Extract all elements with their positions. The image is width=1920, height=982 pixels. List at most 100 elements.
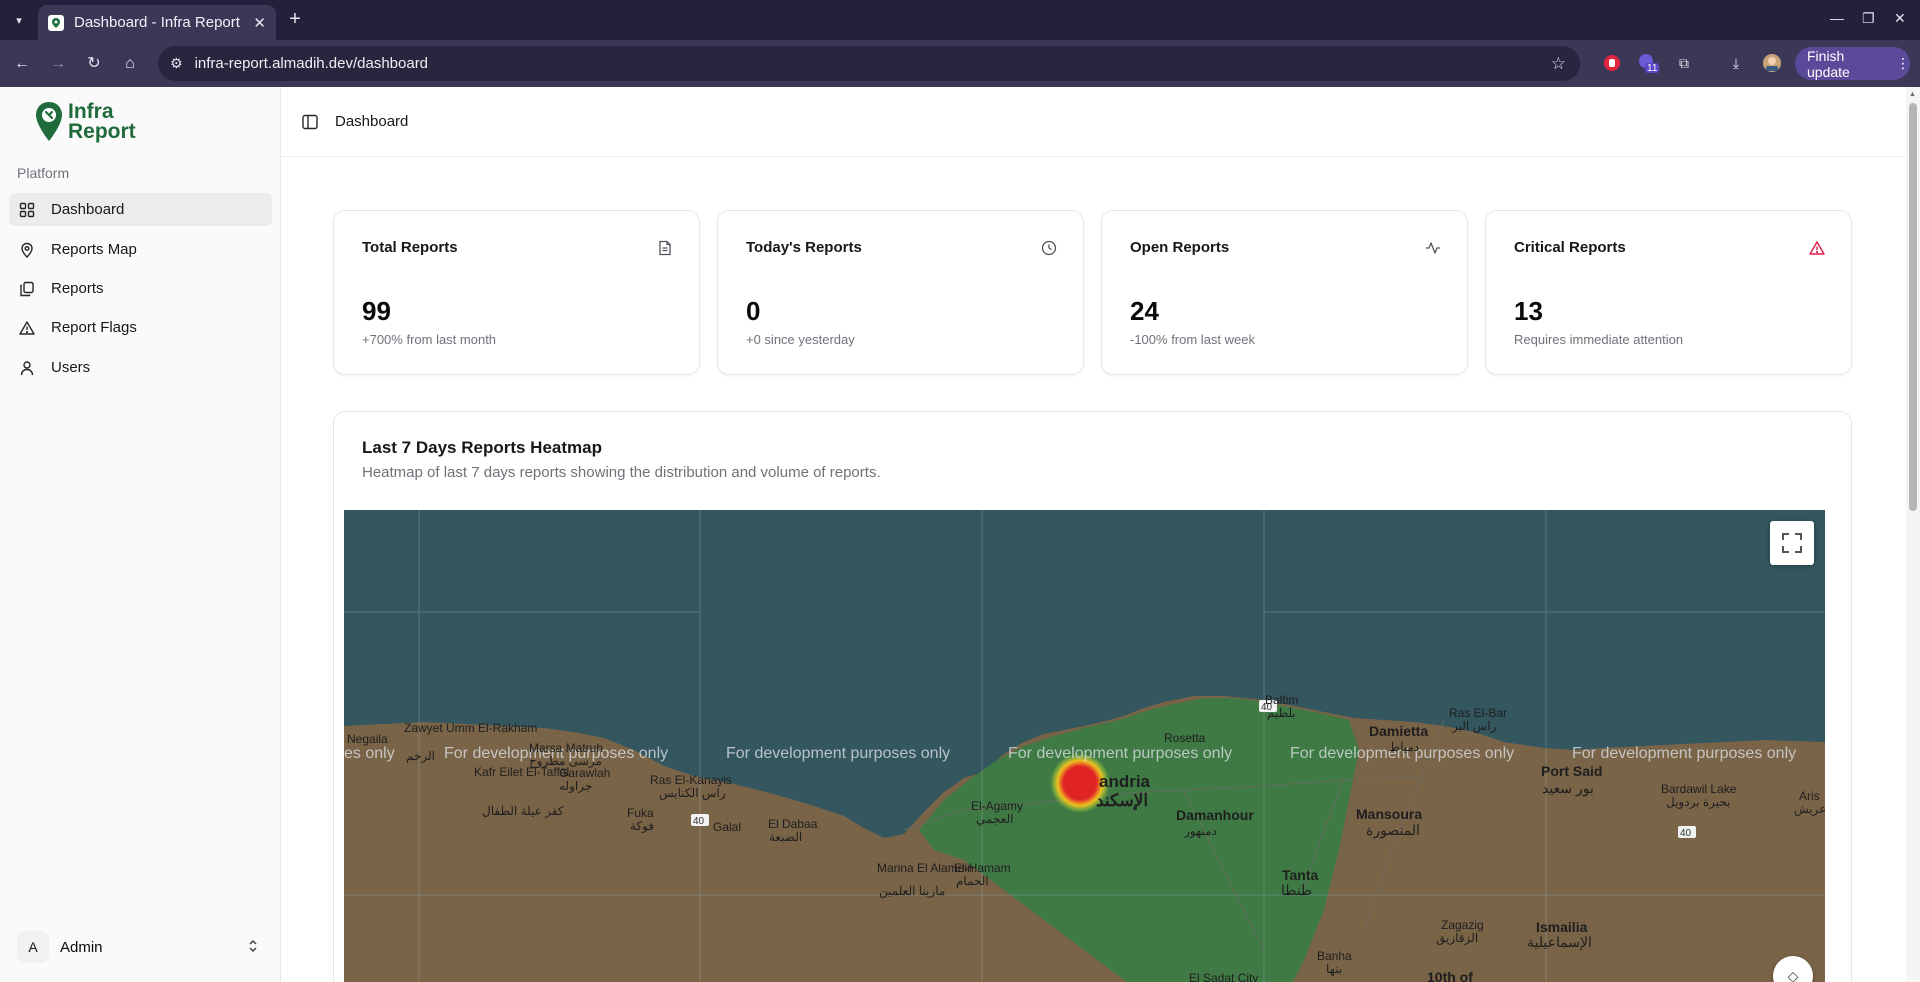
restore-icon[interactable]: ❐ bbox=[1862, 10, 1875, 27]
sidebar-item-label: Dashboard bbox=[51, 201, 125, 218]
map-place-label: الحمام bbox=[956, 874, 989, 888]
user-name: Admin bbox=[60, 938, 103, 956]
clock-icon bbox=[1041, 240, 1057, 256]
grid-icon bbox=[19, 202, 35, 218]
stat-card-critical-reports: Critical Reports 13 Requires immediate a… bbox=[1485, 210, 1852, 375]
map-place-label: Galal bbox=[713, 820, 741, 834]
map-place-label: Kafr Eilet El-Taffal bbox=[474, 765, 569, 779]
sidebar-item-dashboard[interactable]: Dashboard bbox=[9, 193, 272, 226]
map-place-label: Ras El-Kanayis bbox=[650, 773, 732, 787]
stat-card-todays-reports: Today's Reports 0 +0 since yesterday bbox=[717, 210, 1084, 375]
map-place-label: Zawyet Umm El-Rakham bbox=[404, 721, 537, 735]
sidebar-item-label: Reports Map bbox=[51, 241, 137, 258]
map-watermark: es only bbox=[344, 745, 395, 762]
scroll-up-arrow-icon[interactable]: ▲ bbox=[1909, 91, 1916, 98]
map-place-label: Port Said bbox=[1541, 763, 1602, 779]
scroll-thumb[interactable] bbox=[1909, 103, 1917, 511]
sidebar-item-users[interactable]: Users bbox=[9, 351, 272, 384]
map-place-label: Mansoura bbox=[1356, 806, 1422, 822]
map-place-label: Ismailia bbox=[1536, 919, 1588, 935]
downloads-icon[interactable]: ⤓ bbox=[1725, 52, 1747, 74]
sidebar-toggle-icon[interactable] bbox=[301, 113, 319, 131]
user-menu[interactable]: A Admin bbox=[17, 927, 265, 967]
map-place-label: Zagazig bbox=[1441, 918, 1484, 932]
back-arrow-icon[interactable]: ← bbox=[10, 52, 34, 76]
map-watermark: For development purposes only bbox=[726, 745, 950, 762]
map-place-label: دمنهور bbox=[1183, 824, 1217, 838]
stat-card-open-reports: Open Reports 24 -100% from last week bbox=[1101, 210, 1468, 375]
map-place-label: المنصورة bbox=[1366, 822, 1420, 839]
map-place-label: Fuka bbox=[627, 806, 654, 820]
sidebar-item-label: Reports bbox=[51, 280, 104, 297]
map-place-label: El Dabaa bbox=[768, 817, 818, 831]
stat-card-subtext: -100% from last week bbox=[1130, 332, 1255, 347]
address-url: infra-report.almadih.dev/dashboard bbox=[194, 55, 429, 72]
address-bar[interactable]: ⚙ infra-report.almadih.dev/dashboard ☆ bbox=[158, 46, 1580, 81]
extensions-puzzle-icon[interactable]: ⧉ bbox=[1673, 52, 1695, 74]
sidebar-item-reports-map[interactable]: Reports Map bbox=[9, 233, 272, 266]
tab-close-icon[interactable]: ✕ bbox=[253, 14, 266, 32]
sidebar-item-label: Users bbox=[51, 359, 91, 376]
finish-update-button[interactable]: Finish update ⋮ bbox=[1795, 47, 1910, 80]
map-pin-icon bbox=[19, 242, 35, 258]
logo-text: Infra Report bbox=[68, 101, 136, 142]
browser-tab-active[interactable]: Dashboard - Infra Report ✕ bbox=[38, 5, 276, 40]
site-settings-icon[interactable]: ⚙ bbox=[170, 55, 183, 72]
extension-badge-icon[interactable]: 11 bbox=[1637, 52, 1659, 74]
sidebar-item-report-flags[interactable]: Report Flags bbox=[9, 311, 272, 344]
stat-card-title: Today's Reports bbox=[746, 239, 862, 256]
tab-title: Dashboard - Infra Report bbox=[74, 14, 240, 31]
map-place-label: Damietta bbox=[1369, 723, 1428, 739]
map-place-label: دمياط bbox=[1389, 740, 1419, 754]
map-place-label: Aris bbox=[1799, 789, 1820, 803]
map-watermark: For development purposes only bbox=[1008, 745, 1232, 762]
stat-card-subtext: +700% from last month bbox=[362, 332, 497, 347]
avatar: A bbox=[17, 931, 49, 963]
home-icon[interactable]: ⌂ bbox=[118, 52, 142, 76]
minimize-icon[interactable]: — bbox=[1830, 10, 1844, 26]
map-canvas[interactable]: 40 40 40 es only For development purpose… bbox=[344, 510, 1825, 982]
map-place-label: Negaila bbox=[347, 732, 388, 746]
reload-icon[interactable]: ↻ bbox=[82, 52, 106, 76]
activity-icon bbox=[1425, 240, 1441, 256]
tab-search-chevron-icon[interactable]: ▾ bbox=[6, 8, 32, 32]
window-close-icon[interactable]: ✕ bbox=[1894, 10, 1906, 27]
stat-card-value: 13 bbox=[1514, 296, 1543, 326]
profile-avatar-icon[interactable] bbox=[1761, 52, 1783, 74]
forward-arrow-icon[interactable]: → bbox=[46, 52, 70, 76]
stat-card-value: 99 bbox=[362, 296, 391, 326]
map-fullscreen-button[interactable] bbox=[1770, 521, 1814, 565]
stat-card-value: 24 bbox=[1130, 296, 1159, 326]
breadcrumb: Dashboard bbox=[335, 113, 409, 130]
new-tab-plus-icon[interactable]: + bbox=[284, 9, 306, 31]
bookmark-star-icon[interactable]: ☆ bbox=[1551, 54, 1566, 74]
heatmap-subtitle: Heatmap of last 7 days reports showing t… bbox=[362, 464, 881, 481]
browser-tab-bar: ▾ Dashboard - Infra Report ✕ + — ❐ ✕ bbox=[0, 0, 1920, 40]
map-place-label: El Sadat City bbox=[1189, 971, 1258, 982]
sidebar-item-reports[interactable]: Reports bbox=[9, 272, 272, 305]
map-place-label: الزقازيق bbox=[1436, 931, 1478, 945]
stat-card-title: Open Reports bbox=[1130, 239, 1230, 256]
map-place-label: Rosetta bbox=[1164, 731, 1206, 745]
stat-card-title: Total Reports bbox=[362, 239, 458, 256]
map-place-label: راس الكنايس bbox=[659, 786, 726, 800]
map-place-label: بنها bbox=[1326, 962, 1342, 976]
chevrons-up-down-icon bbox=[247, 938, 259, 957]
extension-hand-icon[interactable] bbox=[1601, 52, 1623, 74]
sidebar-section-label: Platform bbox=[17, 165, 70, 181]
map-place-label: Ras El-Bar bbox=[1449, 706, 1507, 720]
page-scrollbar[interactable]: ▲ bbox=[1906, 87, 1920, 982]
map-place-label: العجمي bbox=[976, 812, 1013, 826]
move-arrows-icon: ◇ bbox=[1787, 967, 1799, 982]
map-place-label: طنطا bbox=[1281, 882, 1312, 898]
finish-update-label: Finish update bbox=[1807, 47, 1850, 80]
road-number: 40 bbox=[693, 816, 705, 827]
sidebar: Infra Report Platform Dashboard Reports … bbox=[0, 87, 281, 982]
map-place-label: فوكة bbox=[630, 819, 654, 833]
map-place-label: الإسماعيلية bbox=[1527, 934, 1592, 951]
map-place-label: Banha bbox=[1317, 949, 1352, 963]
map-place-label: El-Agamy bbox=[971, 799, 1023, 813]
user-icon bbox=[19, 360, 35, 376]
app-logo[interactable]: Infra Report bbox=[34, 101, 136, 143]
heatmap-map[interactable]: 40 40 40 es only For development purpose… bbox=[344, 510, 1825, 982]
